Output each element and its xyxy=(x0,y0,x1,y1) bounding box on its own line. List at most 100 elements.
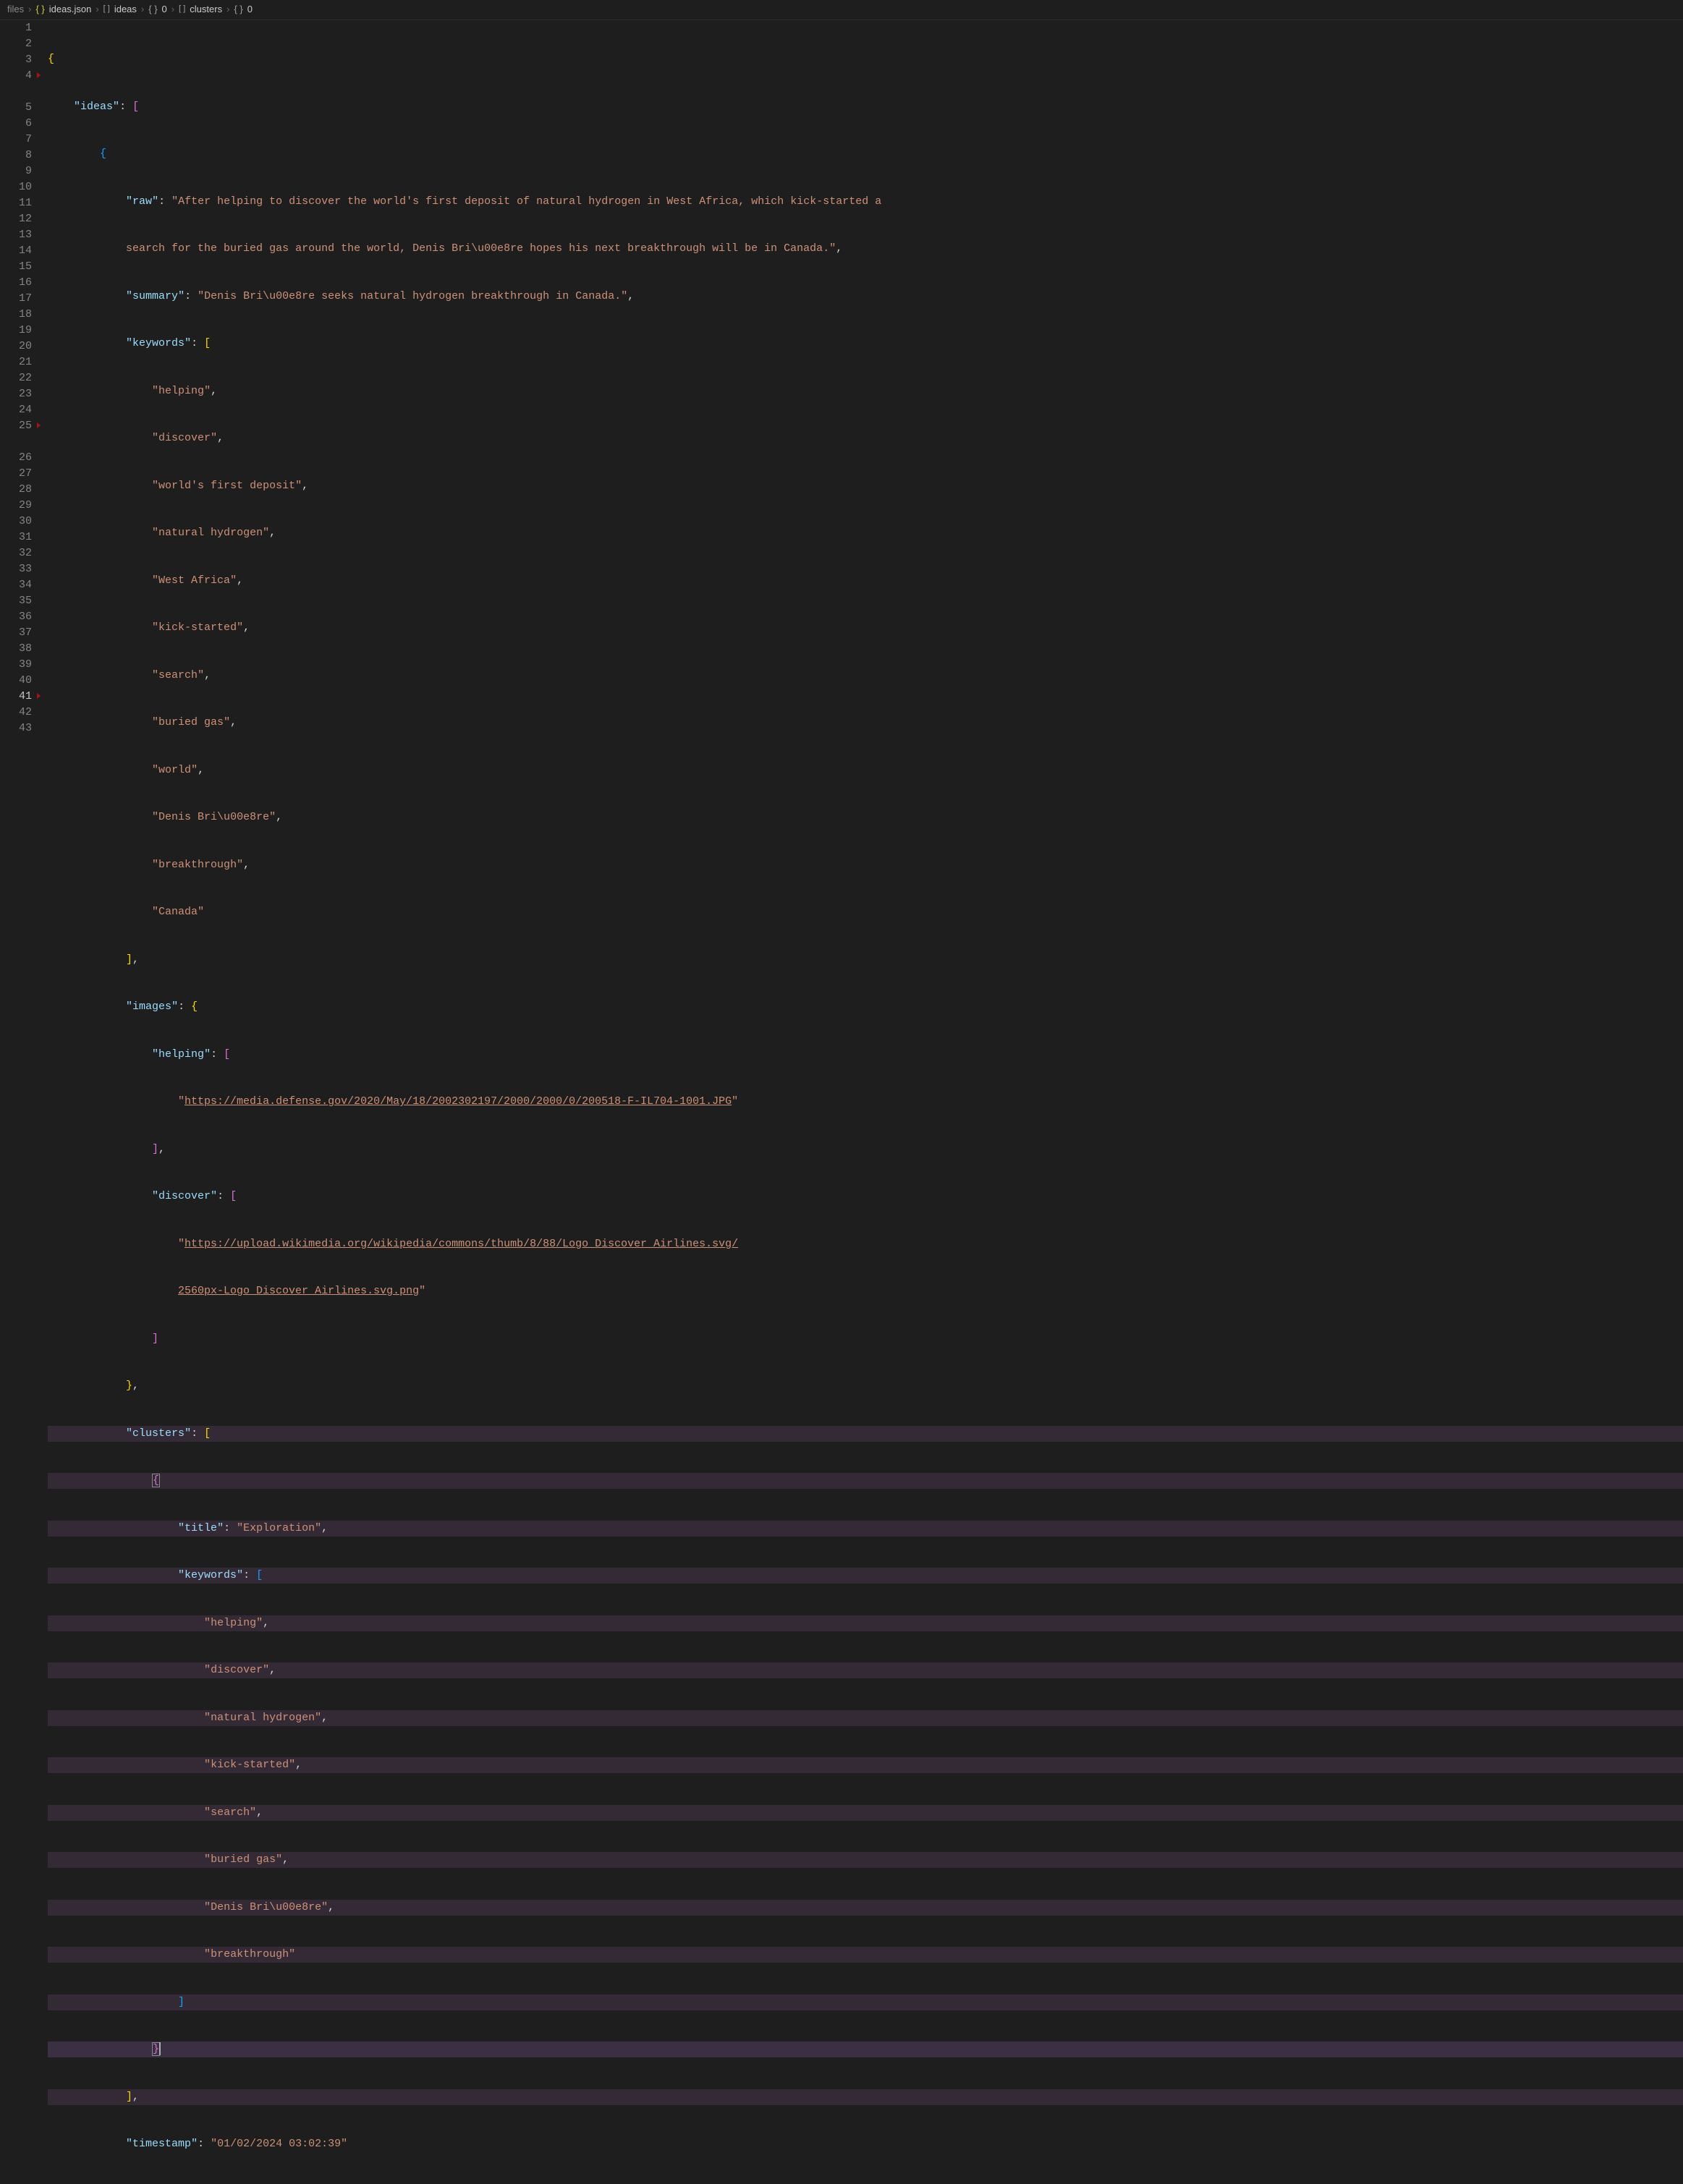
object-icon: { } xyxy=(234,3,242,17)
line-number[interactable]: 23 xyxy=(6,386,32,402)
code-line[interactable]: "keywords": [ xyxy=(48,336,1683,352)
code-line[interactable]: "images": { xyxy=(48,999,1683,1015)
code-line[interactable]: "summary": "Denis Bri\u00e8re seeks natu… xyxy=(48,289,1683,305)
breadcrumb-segment[interactable]: ideas xyxy=(114,3,137,17)
code-line[interactable]: "kick-started", xyxy=(48,620,1683,636)
line-number[interactable]: 6 xyxy=(6,116,32,132)
code-line[interactable]: 2560px-Logo_Discover_Airlines.svg.png" xyxy=(48,1283,1683,1299)
line-number[interactable]: 21 xyxy=(6,354,32,370)
code-line[interactable]: "discover", xyxy=(48,1662,1683,1678)
code-line[interactable]: ] xyxy=(48,1994,1683,2010)
code-line[interactable]: "helping", xyxy=(48,1615,1683,1631)
code-line[interactable]: "buried gas", xyxy=(48,715,1683,731)
line-number[interactable]: 41 xyxy=(6,689,32,705)
line-number[interactable]: 25 xyxy=(6,418,32,434)
code-line[interactable]: "clusters": [ xyxy=(48,1426,1683,1442)
code-line[interactable]: "raw": "After helping to discover the wo… xyxy=(48,194,1683,210)
code-line[interactable]: "helping", xyxy=(48,383,1683,399)
line-number[interactable]: 3 xyxy=(6,52,32,68)
line-number[interactable]: 40 xyxy=(6,673,32,689)
code-line[interactable]: "search", xyxy=(48,1805,1683,1821)
code-line[interactable]: "https://upload.wikimedia.org/wikipedia/… xyxy=(48,1236,1683,1252)
code-line[interactable]: "natural hydrogen", xyxy=(48,525,1683,541)
line-number[interactable]: 19 xyxy=(6,323,32,339)
code-line[interactable]: search for the buried gas around the wor… xyxy=(48,241,1683,257)
code-line[interactable]: "Denis Bri\u00e8re", xyxy=(48,1900,1683,1916)
code-line[interactable]: "keywords": [ xyxy=(48,1568,1683,1584)
line-number[interactable]: 43 xyxy=(6,721,32,736)
line-number[interactable]: 14 xyxy=(6,243,32,259)
breadcrumb-segment[interactable]: 0 xyxy=(162,3,167,17)
line-number[interactable]: 32 xyxy=(6,545,32,561)
code-line[interactable]: "helping": [ xyxy=(48,1047,1683,1063)
line-number[interactable]: 37 xyxy=(6,625,32,641)
line-number[interactable]: 5 xyxy=(6,100,32,116)
line-number[interactable]: 13 xyxy=(6,227,32,243)
code-line[interactable]: }, xyxy=(48,1378,1683,1394)
line-number[interactable]: 29 xyxy=(6,498,32,514)
code-line[interactable]: ], xyxy=(48,952,1683,968)
code-line[interactable]: "Denis Bri\u00e8re", xyxy=(48,810,1683,825)
line-number[interactable]: 35 xyxy=(6,593,32,609)
line-number[interactable]: 30 xyxy=(6,514,32,530)
code-line[interactable]: "https://media.defense.gov/2020/May/18/2… xyxy=(48,1094,1683,1110)
breadcrumb-segment[interactable]: clusters xyxy=(190,3,222,17)
line-number[interactable]: 8 xyxy=(6,148,32,163)
code-line[interactable]: "natural hydrogen", xyxy=(48,1710,1683,1726)
line-number[interactable]: 24 xyxy=(6,402,32,418)
line-number[interactable]: 33 xyxy=(6,561,32,577)
code-line[interactable]: { xyxy=(48,51,1683,67)
line-number[interactable]: 2 xyxy=(6,36,32,52)
line-number[interactable]: 1 xyxy=(6,20,32,36)
chevron-right-icon: › xyxy=(96,3,98,17)
code-line[interactable]: "world", xyxy=(48,762,1683,778)
line-number[interactable]: 38 xyxy=(6,641,32,657)
code-line[interactable]: "buried gas", xyxy=(48,1852,1683,1868)
code-editor[interactable]: 1 2 3 4 5 6 7 8 9 10 11 12 13 14 15 16 1… xyxy=(0,20,1683,2184)
line-number[interactable]: 10 xyxy=(6,179,32,195)
code-line[interactable]: "breakthrough" xyxy=(48,1947,1683,1963)
json-file-icon: { } xyxy=(35,3,44,17)
line-number[interactable]: 39 xyxy=(6,657,32,673)
code-line[interactable]: "breakthrough", xyxy=(48,857,1683,873)
line-number[interactable]: 34 xyxy=(6,577,32,593)
code-line[interactable]: "timestamp": "01/02/2024 03:02:39" xyxy=(48,2136,1683,2152)
breadcrumb-file[interactable]: ideas.json xyxy=(49,3,92,17)
line-number[interactable]: 28 xyxy=(6,482,32,498)
code-line[interactable]: "Canada" xyxy=(48,904,1683,920)
line-number[interactable]: 26 xyxy=(6,450,32,466)
line-number[interactable]: 11 xyxy=(6,195,32,211)
code-line-active[interactable]: } xyxy=(48,2041,1683,2057)
line-number[interactable]: 18 xyxy=(6,307,32,323)
code-line[interactable]: "West Africa", xyxy=(48,573,1683,589)
line-number[interactable]: 15 xyxy=(6,259,32,275)
breadcrumb-segment[interactable]: 0 xyxy=(247,3,253,17)
line-number[interactable]: 12 xyxy=(6,211,32,227)
line-number[interactable]: 42 xyxy=(6,705,32,721)
code-line[interactable]: "search", xyxy=(48,668,1683,684)
code-line[interactable]: "world's first deposit", xyxy=(48,478,1683,494)
line-number[interactable]: 31 xyxy=(6,530,32,545)
code-line[interactable]: "ideas": [ xyxy=(48,99,1683,115)
code-line[interactable]: ] xyxy=(48,1331,1683,1347)
code-content[interactable]: { "ideas": [ { "raw": "After helping to … xyxy=(45,20,1683,2184)
code-line[interactable]: ], xyxy=(48,1142,1683,1157)
line-number[interactable]: 20 xyxy=(6,339,32,354)
line-number[interactable]: 4 xyxy=(6,68,32,84)
line-number[interactable]: 16 xyxy=(6,275,32,291)
code-line[interactable]: "discover": [ xyxy=(48,1189,1683,1204)
code-line[interactable]: { xyxy=(48,1473,1683,1489)
code-line[interactable]: ], xyxy=(48,2089,1683,2105)
code-line[interactable]: "discover", xyxy=(48,430,1683,446)
line-number[interactable]: 22 xyxy=(6,370,32,386)
line-number[interactable]: 9 xyxy=(6,163,32,179)
line-number[interactable]: 17 xyxy=(6,291,32,307)
line-number[interactable]: 7 xyxy=(6,132,32,148)
breadcrumb-folder[interactable]: files xyxy=(7,3,24,17)
breadcrumb[interactable]: files › { } ideas.json › [ ] ideas › { }… xyxy=(0,0,1683,20)
code-line[interactable]: "kick-started", xyxy=(48,1757,1683,1773)
line-number[interactable]: 36 xyxy=(6,609,32,625)
code-line[interactable]: { xyxy=(48,146,1683,162)
code-line[interactable]: "title": "Exploration", xyxy=(48,1521,1683,1537)
line-number[interactable]: 27 xyxy=(6,466,32,482)
